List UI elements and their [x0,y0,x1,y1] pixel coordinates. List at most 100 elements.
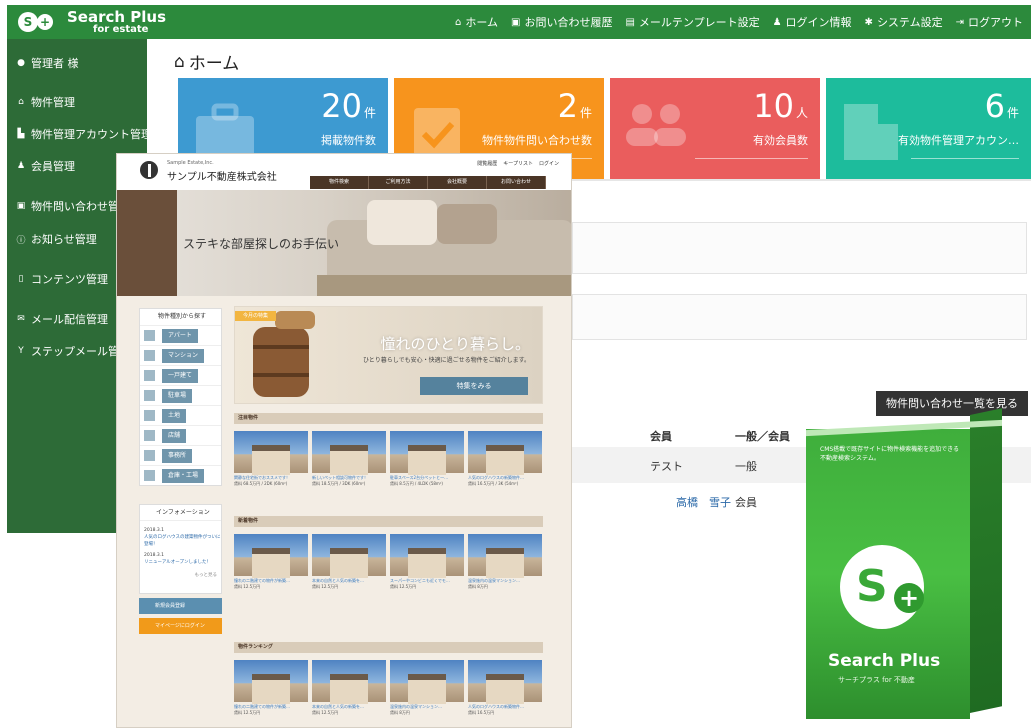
category-land[interactable]: 土地 [140,405,221,425]
feature-banner[interactable]: 今月の特集 憧れのひとり暮らし。 ひとり暮らしでも安心・快適に過ごせる物件をご紹… [234,306,543,404]
product-name: Search Plus [828,651,941,671]
sidebar-item-properties[interactable]: ⌂ 物件管理 [16,94,75,110]
sidebar-item-step-mail[interactable]: Y ステップメール管理 [16,343,130,359]
property-photo [312,660,386,704]
site-top-links: 閲覧履歴 キープリスト ログイン [477,160,559,167]
branch-icon: Y [18,346,24,356]
site-nav-company[interactable]: 会社概要 [428,176,487,189]
category-label: 土地 [162,409,187,423]
feature-tag: 今月の特集 [235,311,277,321]
stat-card-members[interactable]: 10 人 有効会員数 [610,78,820,180]
sidebar-item-label: お知らせ管理 [31,233,97,246]
property-price: 賃料 12.5万円 [312,710,339,715]
category-parking[interactable]: 駐車場 [140,385,221,405]
property-price: 賃料 8万円 [468,584,488,589]
property-photo [312,534,386,578]
gear-icon: ✱ [864,16,873,28]
cell-member[interactable]: 高橋 雪子 [676,494,731,510]
stat-value: 2件 [558,86,592,133]
info-link[interactable]: 登場！ [140,541,221,548]
stat-label: 有効会員数 [753,134,808,147]
property-photo [390,431,464,475]
site-nav-search[interactable]: 物件検索 [310,176,369,189]
feature-subtitle: ひとり暮らしでも安心・快適に過ごせる物件をご紹介します。 [362,357,530,364]
property-card[interactable]: スーパーやコンビニも近くでモ… 賃料 12.5万円 [390,534,464,590]
category-title: 物件種別から探す [158,313,207,320]
sidebar-item-contents[interactable]: ▯ コンテンツ管理 [16,271,108,287]
nav-logout[interactable]: ⇥ ログアウト [956,14,1023,30]
nav-home[interactable]: ⌂ ホーム [455,14,498,30]
stat-card-accounts[interactable]: 6件 有効物件管理アカウン… [826,78,1031,180]
category-apartment[interactable]: アパート [140,325,221,345]
property-price: 賃料 68.5万円 / 2DK (60m²) [234,481,288,486]
nav-mail-template[interactable]: ▤ メールテンプレート設定 [625,14,759,30]
site-company-name: サンプル不動産株式会社 [167,172,277,183]
site-company-en: Sample Estate,Inc. [167,160,214,166]
featured-properties: 閑静な住宅街でおススメです！ 賃料 68.5万円 / 2DK (60m²) 新しい… [234,431,543,487]
sidebar-item-label: コンテンツ管理 [31,273,108,286]
info-link[interactable]: リニューアルオープンしました！ [140,559,221,566]
nav-system-settings[interactable]: ✱ システム設定 [865,14,943,30]
category-label: 一戸建て [162,369,199,383]
category-label: 事務所 [162,449,193,463]
category-warehouse[interactable]: 倉庫・工場 [140,465,221,485]
document-icon: ▤ [625,16,635,28]
property-card[interactable]: 本来の自然と人気の新築を… 賃料 12.5万円 [312,534,386,590]
nav-login-info[interactable]: ♟ ログイン情報 [773,14,852,30]
cell-member: テスト [650,460,683,473]
building-icon [844,104,898,160]
property-card[interactable]: 新しいペット相談可物件です！ 賃料 18.5万円 / 3DK (60m²) [312,431,386,487]
product-subname: サーチプラス for 不動産 [838,676,915,684]
property-card[interactable]: 閑静な住宅街でおススメです！ 賃料 68.5万円 / 2DK (60m²) [234,431,308,487]
info-link[interactable]: 人気のログハウスの建築物件がついに [140,534,221,541]
sidebar-item-property-accounts[interactable]: ▙ 物件管理アカウント管理 [16,126,152,142]
property-card[interactable]: 温泉施内の温泉マンション… 賃料 8万円 [468,534,542,590]
sidebar-item-notices[interactable]: ⓘ お知らせ管理 [16,231,97,247]
property-card[interactable]: 人気のログハウスの新築物件… 賃料 16.5万円 / 3K (54m²) [468,431,542,487]
category-mansion[interactable]: マンション [140,345,221,365]
site-link-keep[interactable]: キープリスト [503,160,533,167]
category-store[interactable]: 店舗 [140,425,221,445]
site-nav-howto[interactable]: ご利用方法 [369,176,428,189]
property-card[interactable]: 駐車スペース2台分ペットと一… 賃料 8.5万円 / 4LDK (58m²) [390,431,464,487]
property-card[interactable]: 憧れの二階建ての物件が新築… 賃料 12.5万円 [234,660,308,716]
property-photo [390,660,464,704]
user-key-icon: ♟ [772,16,782,28]
category-office[interactable]: 事務所 [140,445,221,465]
stat-number: 10 [753,87,794,125]
property-card[interactable]: 憧れの二階建ての物件が新築… 賃料 12.5万円 [234,534,308,590]
mypage-login-button[interactable]: マイページにログイン [139,618,222,634]
property-card[interactable]: 温泉施内の温泉マンション… 賃料 8万円 [390,660,464,716]
property-price: 賃料 16.5万円 / 3K (54m²) [468,481,519,486]
house-icon: ⌂ [18,97,24,107]
property-card[interactable]: 本来の自然と人気の新築を… 賃料 12.5万円 [312,660,386,716]
section-ranking-title: 物件ランキング [234,642,543,653]
info-icon: ⓘ [16,235,26,246]
sidebar-item-inquiries[interactable]: ▣ 物件問い合わせ管理 [16,198,130,214]
property-price: 賃料 16.5万円 [468,710,495,715]
site-hero: ステキな部屋探しのお手伝い [117,190,571,296]
category-label: 店舗 [162,429,187,443]
site-link-login[interactable]: ログイン [539,160,559,167]
property-card[interactable]: 人気のログハウスの新築物件… 賃料 16.5万円 [468,660,542,716]
category-house[interactable]: 一戸建て [140,365,221,385]
site-link-history[interactable]: 閲覧履歴 [477,160,497,167]
cell-type: 会員 [735,496,757,509]
sidebar-item-label: 物件管理 [31,96,75,109]
nav-inquiry-history[interactable]: ▣ お問い合わせ履歴 [511,14,612,30]
property-price: 賃料 12.5万円 [390,584,417,589]
info-more-link[interactable]: もっと見る [140,572,221,579]
user-circle-icon: ● [17,58,25,68]
register-button[interactable]: 新規会員登録 [139,598,222,614]
feature-button[interactable]: 特集をみる [420,377,528,395]
sidebar-item-label: 会員管理 [31,160,75,173]
sidebar-user[interactable]: ● 管理者 様 [16,55,78,71]
product-description: CMS搭載で既存サイトに物件検索機能を追加できる不動産検索システム。 [820,446,960,462]
property-price: 賃料 12.5万円 [234,584,261,589]
home-icon: ⌂ [174,51,185,72]
home-icon: ⌂ [454,16,462,28]
sidebar-item-members[interactable]: ♟ 会員管理 [16,158,75,174]
site-nav-contact[interactable]: お問い合わせ [487,176,546,189]
stat-unit: 件 [363,106,376,120]
sidebar-item-mail-delivery[interactable]: ✉ メール配信管理 [16,311,108,327]
